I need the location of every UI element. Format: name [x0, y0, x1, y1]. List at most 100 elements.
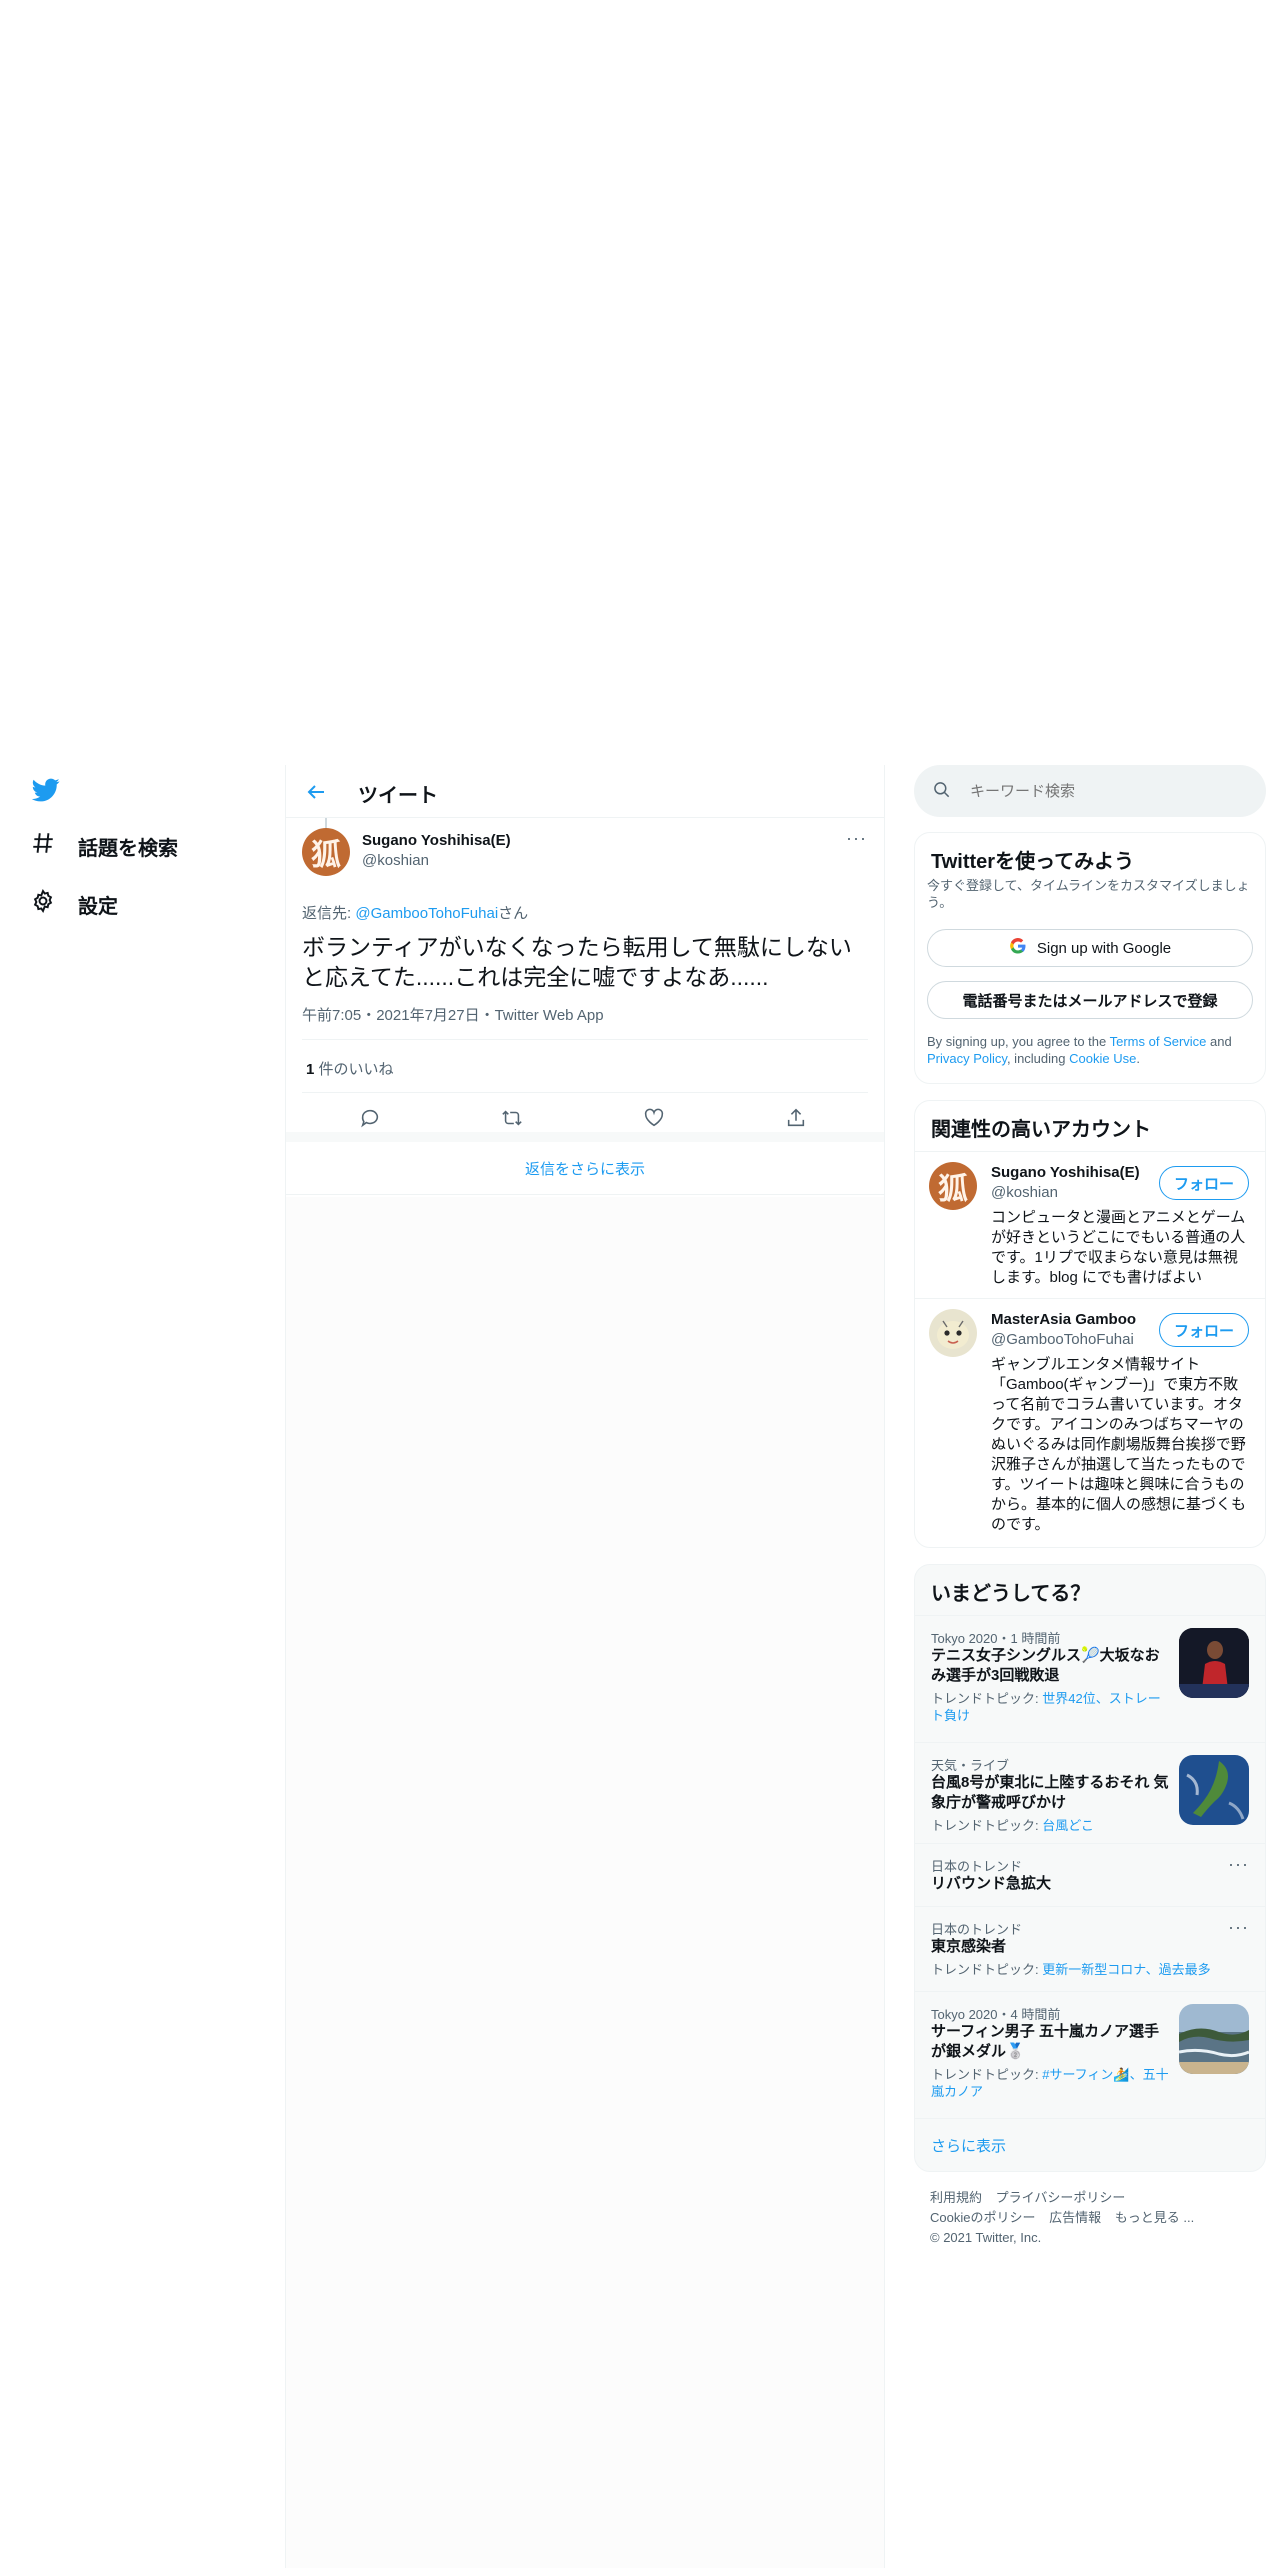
avatar[interactable]: 狐	[302, 828, 350, 876]
follow-button[interactable]: フォロー	[1159, 1313, 1249, 1347]
trend-item[interactable]: Tokyo 2020・1 時間前 テニス女子シングルス🎾大坂なおみ選手が3回戦敗…	[915, 1616, 1265, 1742]
trend-item[interactable]: 天気・ライブ 台風8号が東北に上陸するおそれ 気象庁が警戒呼びかけ トレンドトピ…	[915, 1743, 1265, 1843]
privacy-link[interactable]: Privacy Policy	[927, 1051, 1007, 1066]
search-bar[interactable]	[914, 765, 1266, 817]
page-title: ツイート	[358, 785, 438, 807]
trend-topic-prefix: トレンドトピック:	[931, 1818, 1043, 1833]
trend-meta: 日本のトレンド	[931, 1922, 1023, 1937]
footer-link-ads[interactable]: 広告情報	[1049, 2210, 1101, 2225]
trend-topic: トレンドトピック: 台風どこ	[931, 1817, 1171, 1834]
like-count-row[interactable]: 1 件のいいね	[306, 1058, 394, 1079]
trend-meta: Tokyo 2020・4 時間前	[931, 2007, 1061, 2022]
handle[interactable]: @koshian	[362, 852, 429, 869]
more-options-icon[interactable]: ···	[1228, 1854, 1249, 1875]
phone-email-signup-button[interactable]: 電話番号またはメールアドレスで登録	[927, 981, 1253, 1019]
footer-link-privacy[interactable]: プライバシーポリシー	[996, 2190, 1126, 2205]
retweet-icon[interactable]	[501, 1107, 523, 1134]
avatar[interactable]: 狐	[929, 1162, 977, 1210]
trend-title: サーフィン男子 五十嵐カノア選手が銀メダル🥈	[931, 2023, 1159, 2060]
heart-icon[interactable]	[643, 1107, 665, 1134]
trend-item[interactable]: 日本のトレンド リバウンド急拡大 ···	[915, 1844, 1265, 1906]
nav-explore[interactable]: 話題を検索	[30, 830, 178, 862]
terms-and: and	[1206, 1034, 1232, 1049]
reply-context: 返信先: @GambooTohoFuhaiさん	[302, 902, 528, 923]
search-icon	[932, 780, 952, 805]
signup-terms: By signing up, you agree to the Terms of…	[927, 1033, 1257, 1067]
footer-row: 利用規約 プライバシーポリシー	[930, 2188, 1260, 2208]
tweet: 狐 Sugano Yoshihisa(E) @koshian ··· 返信先: …	[286, 818, 884, 1138]
search-input[interactable]	[970, 777, 1250, 805]
signup-subtitle: 今すぐ登録して、タイムラインをカスタマイズしましょう。	[927, 878, 1250, 910]
account-name[interactable]: MasterAsia Gamboo	[991, 1311, 1136, 1328]
footer-copyright: © 2021 Twitter, Inc.	[930, 2230, 1042, 2245]
trend-title: テニス女子シングルス🎾大坂なおみ選手が3回戦敗退	[931, 1647, 1160, 1684]
back-arrow-icon[interactable]	[304, 780, 328, 804]
trend-title: 台風8号が東北に上陸するおそれ 気象庁が警戒呼びかけ	[931, 1774, 1169, 1811]
trends-card: いまどうしてる？ Tokyo 2020・1 時間前 テニス女子シングルス🎾大坂な…	[914, 1564, 1266, 2172]
trend-topic-links[interactable]: 更新一新型コロナ、過去最多	[1042, 1962, 1210, 1977]
tweet-text: ボランティアがいなくなったら転用して無駄にしないと応えてた......これは完全…	[302, 934, 852, 990]
divider	[302, 1039, 868, 1040]
main-column: ツイート 狐 Sugano Yoshihisa(E) @koshian ··· …	[285, 765, 885, 2568]
footer-link-terms[interactable]: 利用規約	[930, 2190, 982, 2205]
thread-gap	[286, 1132, 884, 1142]
google-icon	[1009, 937, 1027, 959]
terms-link[interactable]: Terms of Service	[1110, 1034, 1207, 1049]
trend-topic: トレンドトピック: 更新一新型コロナ、過去最多	[931, 1961, 1231, 1978]
trend-thumbnail	[1179, 1755, 1249, 1825]
trend-topic-prefix: トレンドトピック:	[931, 2067, 1043, 2082]
hashtag-icon	[30, 830, 56, 862]
trend-meta: Tokyo 2020・1 時間前	[931, 1631, 1061, 1646]
trend-topic-prefix: トレンドトピック:	[931, 1962, 1043, 1977]
trend-thumbnail	[1179, 2004, 1249, 2074]
share-icon[interactable]	[785, 1107, 807, 1134]
account-bio: ギャンブルエンタメ情報サイト「Gamboo(ギャンブー)」で東方不敗って名前でコ…	[991, 1356, 1247, 1533]
cookie-link[interactable]: Cookie Use	[1069, 1051, 1136, 1066]
like-count-label: 件のいいね	[314, 1061, 394, 1078]
account-bio: コンピュータと漫画とアニメとゲームが好きというどこにでもいる普通の人です。1リプ…	[991, 1209, 1246, 1286]
trend-topic-links[interactable]: 台風どこ	[1042, 1818, 1094, 1833]
more-options-icon[interactable]: ···	[846, 828, 867, 849]
signup-card: Twitterを使ってみよう 今すぐ登録して、タイムラインをカスタマイズしましょ…	[914, 832, 1266, 1084]
follow-button[interactable]: フォロー	[1159, 1166, 1249, 1200]
avatar[interactable]	[929, 1309, 977, 1357]
google-signup-label: Sign up with Google	[1036, 939, 1172, 957]
reply-prefix: 返信先:	[302, 905, 356, 922]
divider	[915, 2118, 1265, 2119]
twitter-logo-icon[interactable]	[30, 776, 62, 804]
trend-item[interactable]: Tokyo 2020・4 時間前 サーフィン男子 五十嵐カノア選手が銀メダル🥈 …	[915, 1992, 1265, 2118]
footer-row: Cookieのポリシー 広告情報 もっと見る ...	[930, 2208, 1260, 2228]
related-account-item[interactable]: 狐 Sugano Yoshihisa(E) @koshian フォロー コンピュ…	[915, 1152, 1265, 1298]
trend-topic-prefix: トレンドトピック:	[931, 1691, 1043, 1706]
terms-including: , including	[1006, 1051, 1070, 1066]
trend-item[interactable]: 日本のトレンド 東京感染者 トレンドトピック: 更新一新型コロナ、過去最多 ··…	[915, 1907, 1265, 1991]
footer-link-cookie[interactable]: Cookieのポリシー	[930, 2210, 1035, 2225]
trend-title: 東京感染者	[931, 1938, 1007, 1955]
tweet-timestamp-visible[interactable]: 午前7:05・2021年7月27日・Twitter Web App	[302, 1004, 604, 1025]
terms-prefix: By signing up, you agree to the	[927, 1034, 1110, 1049]
tweet-header: ツイート	[286, 765, 884, 818]
google-signup-button[interactable]: Sign up with Google	[927, 929, 1253, 967]
reply-icon[interactable]	[359, 1107, 381, 1134]
main-empty-area	[286, 1197, 884, 2568]
trend-meta: 日本のトレンド	[931, 1859, 1023, 1874]
account-name[interactable]: Sugano Yoshihisa(E)	[991, 1164, 1140, 1181]
display-name[interactable]: Sugano Yoshihisa(E)	[362, 832, 511, 849]
trend-title: リバウンド急拡大	[931, 1875, 1052, 1892]
trends-title: いまどうしてる？	[931, 1583, 1091, 1605]
avatar-glyph: 狐	[311, 838, 341, 873]
trend-topic: トレンドトピック: #サーフィン🏄、五十嵐カノア	[931, 2066, 1171, 2100]
account-handle: @koshian	[991, 1184, 1058, 1201]
signup-title: Twitterを使ってみよう	[931, 851, 1135, 873]
bee-plush-icon	[937, 1320, 969, 1349]
show-more-trends-link[interactable]: さらに表示	[931, 2135, 1006, 2156]
more-options-icon[interactable]: ···	[1228, 1917, 1249, 1938]
related-account-item[interactable]: MasterAsia Gamboo @GambooTohoFuhai フォロー …	[915, 1299, 1265, 1547]
reply-to-link[interactable]: @GambooTohoFuhai	[355, 905, 498, 922]
footer-links: 利用規約 プライバシーポリシー Cookieのポリシー 広告情報 もっと見る .…	[930, 2188, 1260, 2248]
footer-link-more[interactable]: もっと見る ...	[1115, 2210, 1194, 2225]
related-accounts-card: 関連性の高いアカウント 狐 Sugano Yoshihisa(E) @koshi…	[914, 1100, 1266, 1548]
tweet-actions	[286, 1103, 884, 1133]
show-more-replies-link[interactable]: 返信をさらに表示	[286, 1143, 884, 1195]
nav-settings[interactable]: 設定	[30, 888, 118, 920]
